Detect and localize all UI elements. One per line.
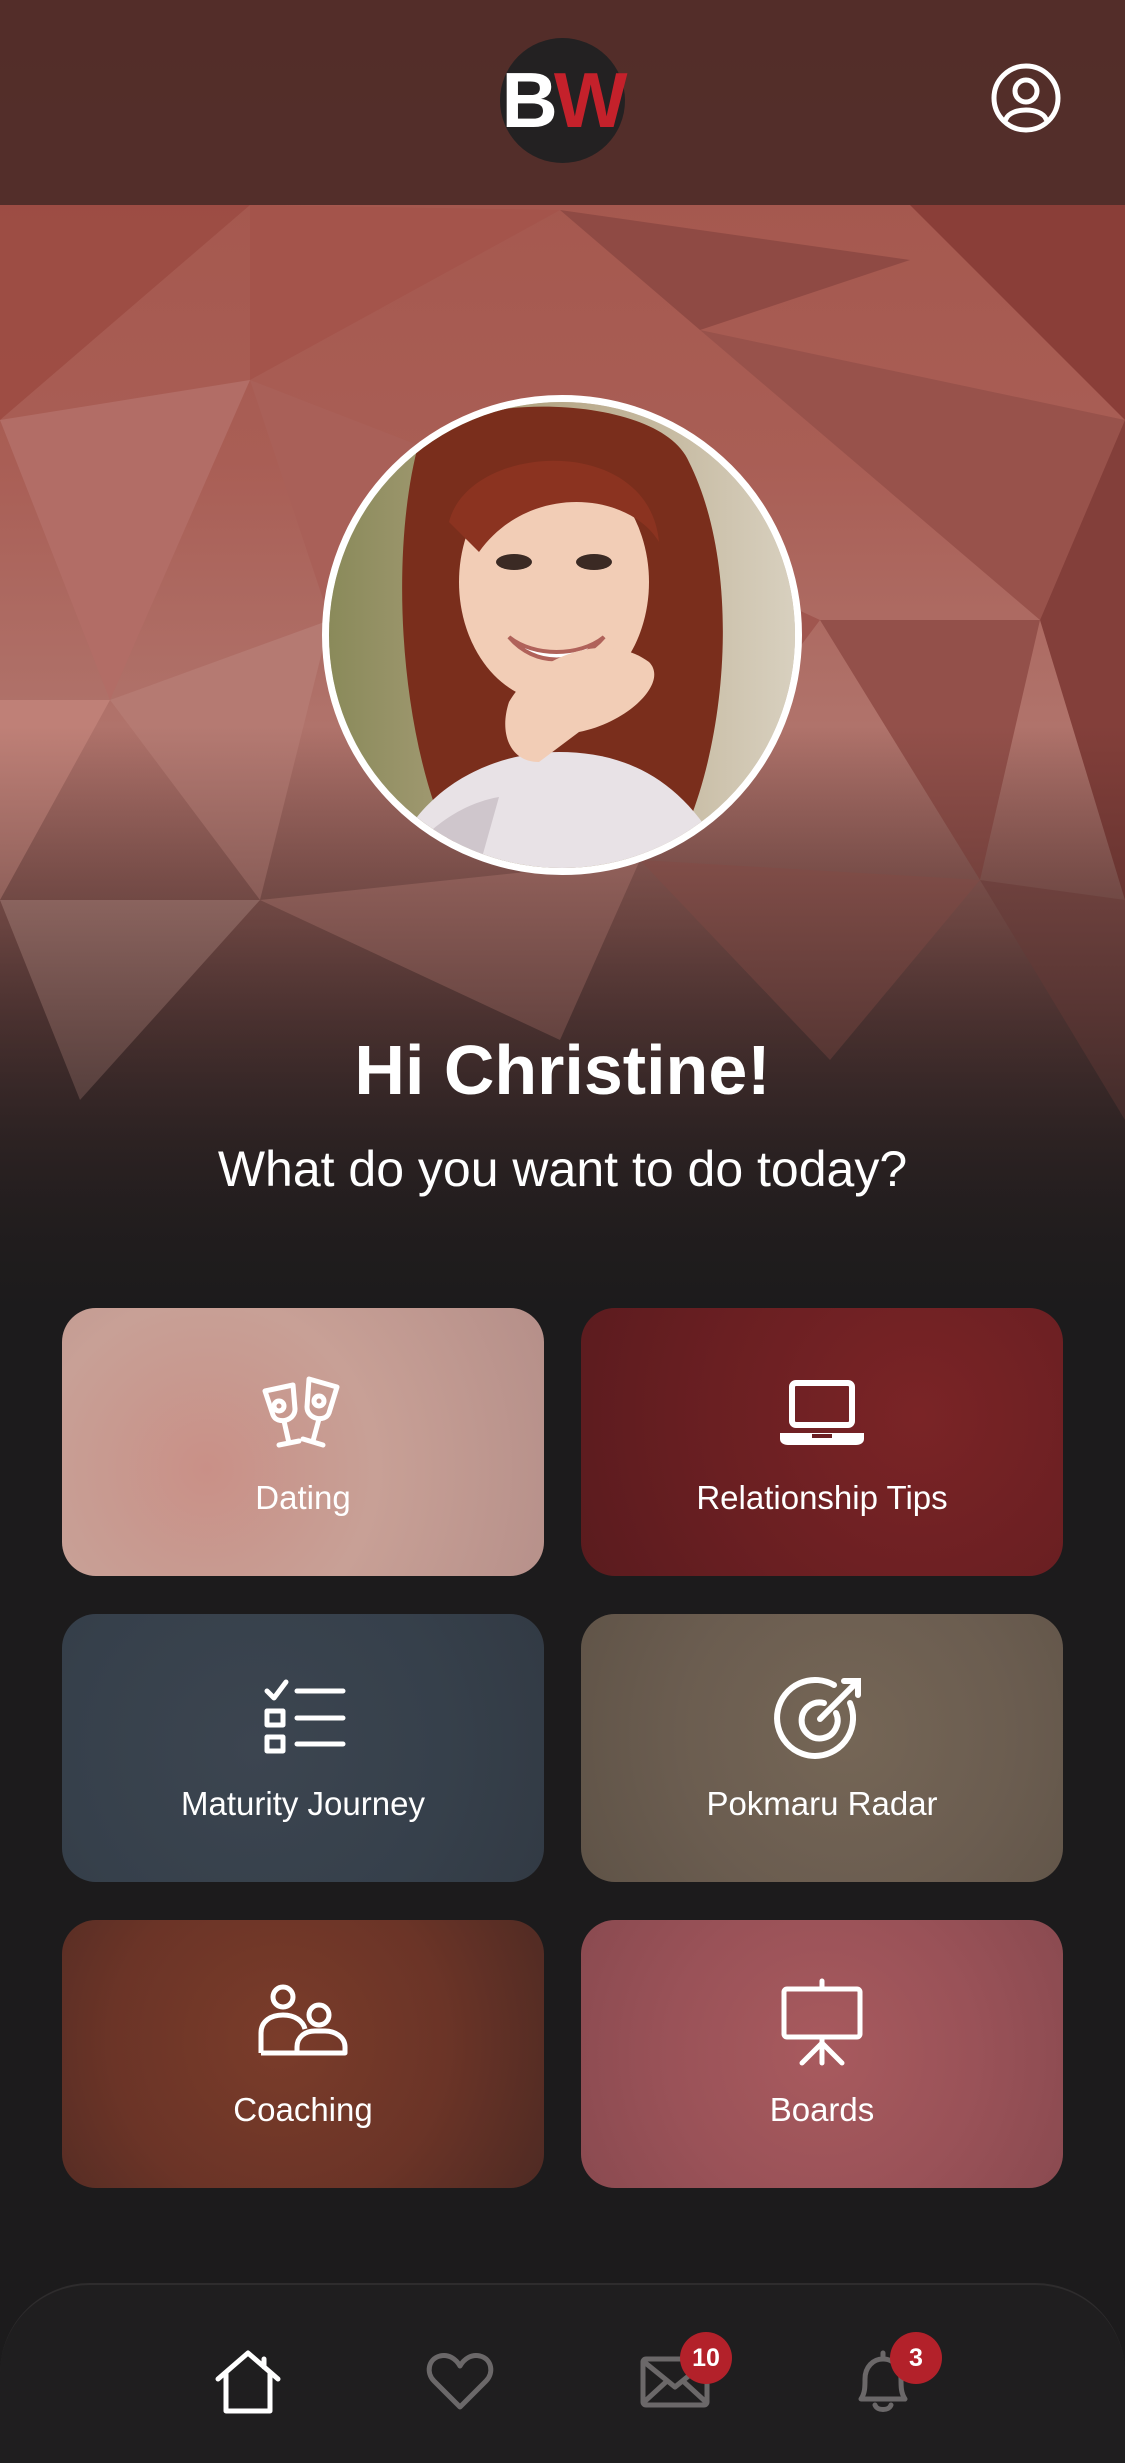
app-logo[interactable]: BW: [500, 38, 628, 163]
logo-letter-b: B: [501, 56, 558, 144]
tile-coaching[interactable]: Coaching: [62, 1920, 544, 2188]
heart-icon[interactable]: [424, 2345, 496, 2417]
people-icon: [258, 1984, 348, 2056]
profile-photo-illustration: [329, 402, 795, 868]
tile-label: Pokmaru Radar: [706, 1785, 938, 1822]
logo-letter-w: W: [553, 56, 628, 144]
checklist-icon: [264, 1679, 346, 1754]
user-circle-icon[interactable]: [990, 62, 1062, 134]
tile-boards[interactable]: Boards: [581, 1920, 1063, 2188]
messages-count-badge: 10: [680, 2332, 732, 2384]
laptop-icon: [780, 1380, 864, 1445]
presentation-board-icon: [781, 1978, 863, 2066]
tile-label: Relationship Tips: [696, 1479, 948, 1516]
greeting-subtitle: What do you want to do today?: [217, 1141, 908, 1197]
tile-label: Maturity Journey: [181, 1785, 425, 1822]
target-icon: [774, 1676, 861, 1759]
notifications-count-badge: 3: [890, 2332, 942, 2384]
tile-pokmaru-radar[interactable]: Pokmaru Radar: [581, 1614, 1063, 1882]
bottom-nav-bar: [0, 2283, 1125, 2463]
greeting-title: Hi Christine!: [354, 1031, 771, 1109]
tile-label: Boards: [769, 2091, 875, 2128]
tile-label: Dating: [255, 1479, 351, 1516]
profile-photo[interactable]: [322, 395, 802, 875]
tile-relationship-tips[interactable]: Relationship Tips: [581, 1308, 1063, 1576]
tile-maturity-journey[interactable]: Maturity Journey: [62, 1614, 544, 1882]
tile-dating[interactable]: Dating: [62, 1308, 544, 1576]
top-bar: BW: [0, 0, 1125, 205]
home-icon[interactable]: [212, 2345, 284, 2417]
wine-glasses-icon: [262, 1376, 340, 1448]
tile-label: Coaching: [233, 2091, 373, 2128]
